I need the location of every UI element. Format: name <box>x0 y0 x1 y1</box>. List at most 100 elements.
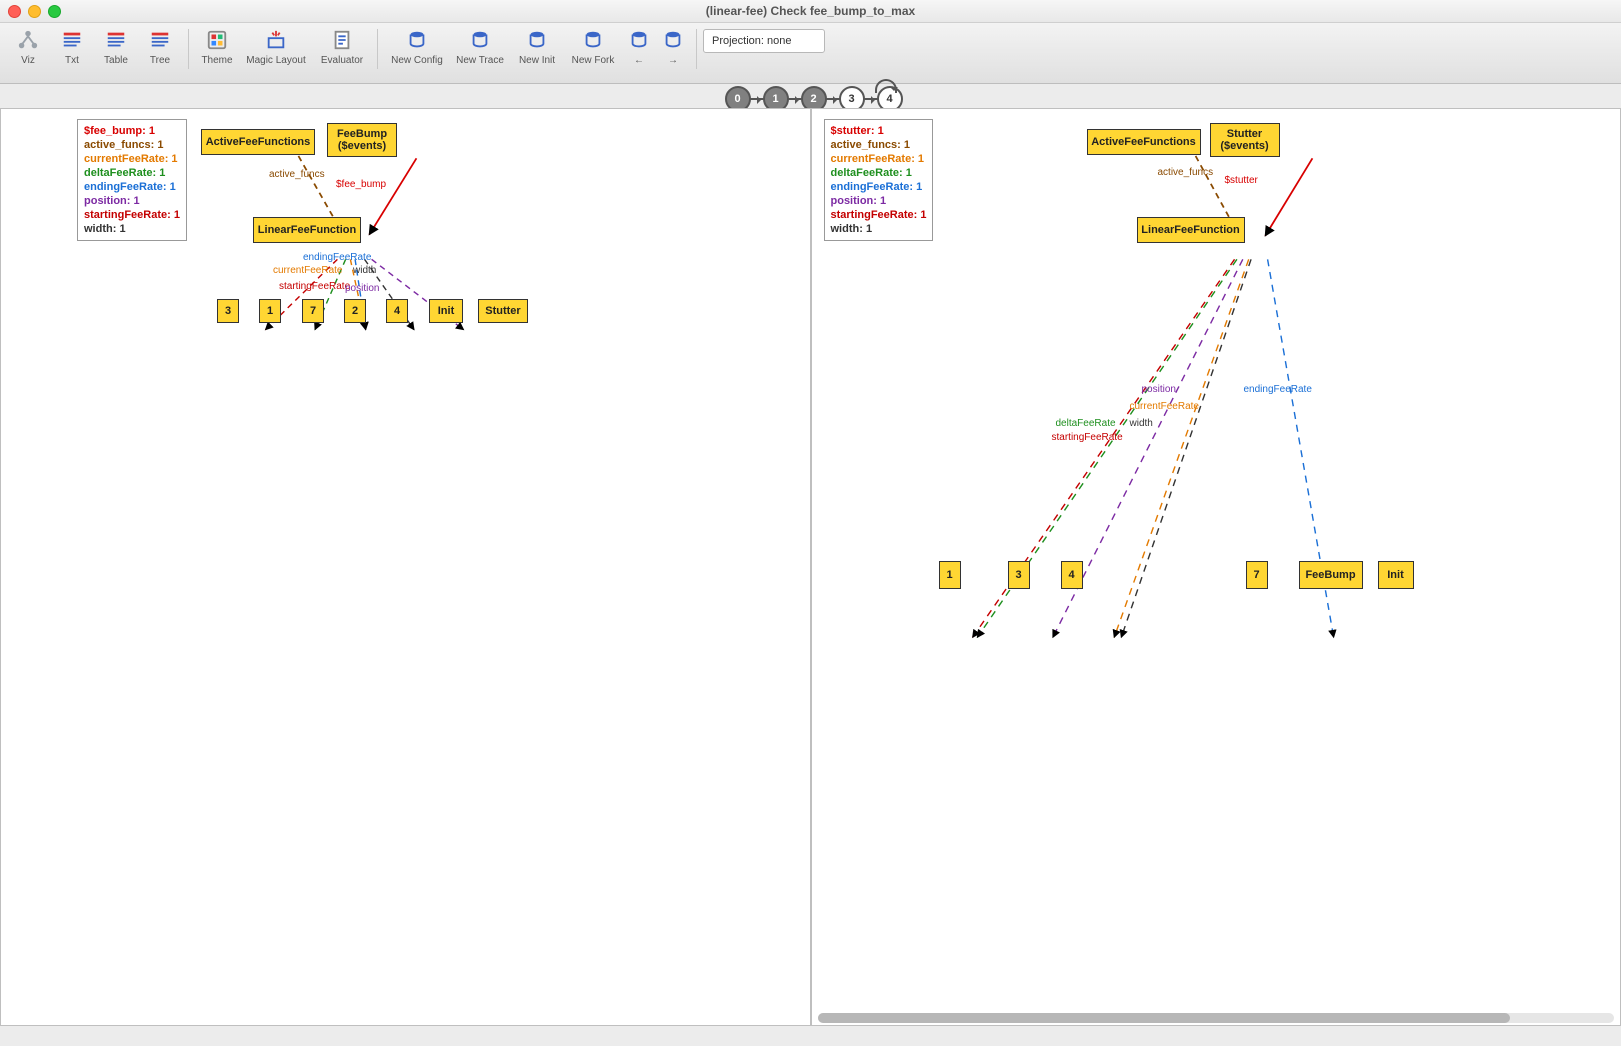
tree-button[interactable]: Tree <box>138 27 182 73</box>
node-linear-fee-function[interactable]: LinearFeeFunction <box>1137 217 1245 243</box>
new-config-button[interactable]: New Config <box>384 27 450 73</box>
wand-icon <box>265 27 287 53</box>
left-pane[interactable]: $fee_bump: 1active_funcs: 1currentFeeRat… <box>0 108 811 1026</box>
edge-label: active_funcs <box>1158 167 1214 178</box>
legend-row: currentFeeRate: 1 <box>831 152 927 166</box>
legend-row: position: 1 <box>84 194 180 208</box>
node-fee-bump[interactable]: FeeBump ($events) <box>327 123 397 157</box>
toolbar: Viz Txt Table Tree Theme <box>0 23 1621 84</box>
arrow-icon <box>788 98 802 100</box>
doc-icon <box>331 27 353 53</box>
arrow-icon <box>750 98 764 100</box>
node-3[interactable]: 3 <box>1008 561 1030 589</box>
palette-icon <box>206 27 228 53</box>
edge-label: currentFeeRate <box>273 265 342 276</box>
new-trace-label: New Trace <box>456 55 504 66</box>
node-7[interactable]: 7 <box>302 299 324 323</box>
right-pane[interactable]: $stutter: 1active_funcs: 1currentFeeRate… <box>811 108 1621 1026</box>
edge-label: active_funcs <box>269 169 325 180</box>
edge-label: $stutter <box>1225 175 1258 186</box>
theme-label: Theme <box>201 55 232 66</box>
node-stutter[interactable]: Stutter <box>478 299 528 323</box>
legend-box: $stutter: 1active_funcs: 1currentFeeRate… <box>824 119 934 241</box>
db-icon <box>406 27 428 53</box>
node-4[interactable]: 4 <box>386 299 408 323</box>
edge-label: currentFeeRate <box>1130 401 1199 412</box>
db-icon <box>469 27 491 53</box>
db-prev-icon <box>628 27 650 53</box>
edge-layer <box>1 109 810 1025</box>
new-fork-button[interactable]: New Fork <box>564 27 622 73</box>
separator <box>188 29 189 69</box>
edge-label: deltaFeeRate <box>1056 418 1116 429</box>
table-label: Table <box>104 55 128 66</box>
legend-row: startingFeeRate: 1 <box>84 208 180 222</box>
window-title: (linear-fee) Check fee_bump_to_max <box>0 4 1621 18</box>
main-area: $fee_bump: 1active_funcs: 1currentFeeRat… <box>0 108 1621 1046</box>
txt-button[interactable]: Txt <box>50 27 94 73</box>
new-fork-label: New Fork <box>572 55 615 66</box>
edge-label: $fee_bump <box>336 179 386 190</box>
db-icon <box>582 27 604 53</box>
viz-button[interactable]: Viz <box>6 27 50 73</box>
edge-label: width <box>353 265 376 276</box>
prev-button[interactable]: ← <box>622 27 656 73</box>
prev-label: ← <box>634 55 644 66</box>
legend-row: position: 1 <box>831 194 927 208</box>
next-button[interactable]: → <box>656 27 690 73</box>
new-trace-button[interactable]: New Trace <box>450 27 510 73</box>
projection-field[interactable]: Projection: none <box>703 29 825 53</box>
legend-row: active_funcs: 1 <box>831 138 927 152</box>
legend-row: startingFeeRate: 1 <box>831 208 927 222</box>
graph-icon <box>17 27 39 53</box>
node-2[interactable]: 2 <box>344 299 366 323</box>
titlebar: (linear-fee) Check fee_bump_to_max <box>0 0 1621 23</box>
loop-icon <box>875 79 897 93</box>
table-button[interactable]: Table <box>94 27 138 73</box>
edge-label: position <box>1142 384 1176 395</box>
node-active-fee-functions[interactable]: ActiveFeeFunctions <box>201 129 315 155</box>
scrollbar[interactable] <box>818 1013 1615 1023</box>
arrow-icon <box>826 98 840 100</box>
next-label: → <box>668 55 678 66</box>
node-init[interactable]: Init <box>429 299 463 323</box>
legend-row: $stutter: 1 <box>831 124 927 138</box>
evaluator-label: Evaluator <box>321 55 363 66</box>
legend-row: width: 1 <box>831 222 927 236</box>
arrow-icon <box>864 98 878 100</box>
node-stutter[interactable]: Stutter ($events) <box>1210 123 1280 157</box>
edge-label: startingFeeRate <box>1052 432 1123 443</box>
node-4[interactable]: 4 <box>1061 561 1083 589</box>
separator <box>377 29 378 69</box>
viz-label: Viz <box>21 55 35 66</box>
node-7[interactable]: 7 <box>1246 561 1268 589</box>
node-1[interactable]: 1 <box>259 299 281 323</box>
theme-button[interactable]: Theme <box>195 27 239 73</box>
node-linear-fee-function[interactable]: LinearFeeFunction <box>253 217 361 243</box>
legend-box: $fee_bump: 1active_funcs: 1currentFeeRat… <box>77 119 187 241</box>
edge-label: endingFeeRate <box>303 252 371 263</box>
list-icon <box>149 27 171 53</box>
legend-row: endingFeeRate: 1 <box>84 180 180 194</box>
edge-layer <box>812 109 1621 1025</box>
node-active-fee-functions[interactable]: ActiveFeeFunctions <box>1087 129 1201 155</box>
new-init-button[interactable]: New Init <box>510 27 564 73</box>
node-3[interactable]: 3 <box>217 299 239 323</box>
node-1[interactable]: 1 <box>939 561 961 589</box>
edge-label: position <box>345 283 379 294</box>
legend-row: deltaFeeRate: 1 <box>84 166 180 180</box>
node-init[interactable]: Init <box>1378 561 1414 589</box>
new-init-label: New Init <box>519 55 555 66</box>
evaluator-button[interactable]: Evaluator <box>313 27 371 73</box>
list-icon <box>105 27 127 53</box>
projection-label: Projection: none <box>712 35 792 47</box>
new-config-label: New Config <box>391 55 443 66</box>
node-fee-bump[interactable]: FeeBump <box>1299 561 1363 589</box>
edge-label: startingFeeRate <box>279 281 350 292</box>
magic-layout-button[interactable]: Magic Layout <box>239 27 313 73</box>
legend-row: deltaFeeRate: 1 <box>831 166 927 180</box>
legend-row: active_funcs: 1 <box>84 138 180 152</box>
txt-label: Txt <box>65 55 79 66</box>
tree-label: Tree <box>150 55 170 66</box>
separator <box>696 29 697 69</box>
